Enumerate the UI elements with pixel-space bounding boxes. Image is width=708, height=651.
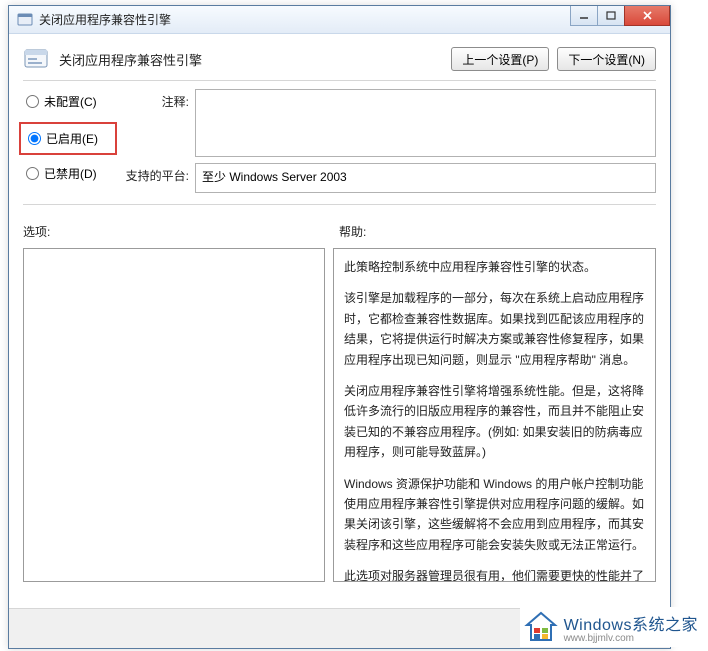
help-paragraph: Windows 资源保护功能和 Windows 的用户帐户控制功能使用应用程序兼… — [344, 474, 645, 556]
radio-enabled[interactable]: 已启用(E) — [25, 128, 111, 149]
window-controls — [571, 6, 670, 26]
panels-row: 此策略控制系统中应用程序兼容性引擎的状态。 该引擎是加载程序的一部分，每次在系统… — [9, 244, 670, 582]
help-paragraph: 关闭应用程序兼容性引擎将增强系统性能。但是，这将降低许多流行的旧版应用程序的兼容… — [344, 381, 645, 463]
watermark-brand: Windows系统之家 — [564, 611, 698, 635]
comment-row: 注释: — [123, 89, 656, 157]
section-labels: 选项: 帮助: — [9, 205, 670, 244]
previous-setting-button[interactable]: 上一个设置(P) — [451, 47, 549, 71]
highlight-box: 已启用(E) — [19, 122, 117, 155]
help-label: 帮助: — [339, 223, 366, 240]
radio-not-configured-input[interactable] — [26, 95, 39, 108]
options-label: 选项: — [23, 223, 325, 240]
header-row: 关闭应用程序兼容性引擎 上一个设置(P) 下一个设置(N) — [9, 34, 670, 80]
config-area: 未配置(C) 已启用(E) 已禁用(D) 注释: 支持的平台: 至少 Windo… — [9, 81, 670, 198]
watermark: Windows系统之家 www.bjjmlv.com — [520, 607, 702, 647]
fields-column: 注释: 支持的平台: 至少 Windows Server 2003 — [123, 89, 656, 194]
radio-label: 未配置(C) — [44, 93, 97, 110]
titlebar[interactable]: 关闭应用程序兼容性引擎 — [9, 6, 670, 34]
help-paragraph: 此选项对服务器管理员很有用，他们需要更快的性能并了解他们所用应用程序的兼容性。对… — [344, 566, 645, 582]
platform-label: 支持的平台: — [123, 163, 189, 184]
radio-group: 未配置(C) 已启用(E) 已禁用(D) — [23, 89, 115, 194]
radio-label: 已禁用(D) — [44, 165, 97, 182]
next-setting-button[interactable]: 下一个设置(N) — [557, 47, 656, 71]
radio-disabled[interactable]: 已禁用(D) — [23, 163, 115, 184]
nav-buttons: 上一个设置(P) 下一个设置(N) — [451, 47, 656, 71]
close-button[interactable] — [624, 6, 670, 26]
house-icon — [524, 610, 558, 644]
radio-not-configured[interactable]: 未配置(C) — [23, 91, 115, 112]
maximize-button[interactable] — [597, 6, 625, 26]
radio-enabled-input[interactable] — [28, 132, 41, 145]
dialog-window: 关闭应用程序兼容性引擎 关闭应用程序兼容性引擎 上一个设置(P) 下一个设置(N… — [8, 5, 671, 649]
radio-label: 已启用(E) — [46, 130, 98, 147]
app-icon — [17, 12, 33, 28]
help-panel[interactable]: 此策略控制系统中应用程序兼容性引擎的状态。 该引擎是加载程序的一部分，每次在系统… — [333, 248, 656, 582]
window-title: 关闭应用程序兼容性引擎 — [39, 11, 171, 28]
options-panel — [23, 248, 325, 582]
watermark-text: Windows系统之家 www.bjjmlv.com — [564, 611, 698, 644]
radio-disabled-input[interactable] — [26, 167, 39, 180]
policy-title: 关闭应用程序兼容性引擎 — [59, 50, 202, 69]
comment-input[interactable] — [195, 89, 656, 157]
help-paragraph: 此策略控制系统中应用程序兼容性引擎的状态。 — [344, 257, 645, 277]
help-paragraph: 该引擎是加载程序的一部分，每次在系统上启动应用程序时，它都检查兼容性数据库。如果… — [344, 288, 645, 370]
policy-icon — [23, 46, 49, 72]
comment-label: 注释: — [123, 89, 189, 110]
platform-row: 支持的平台: 至少 Windows Server 2003 — [123, 163, 656, 193]
platform-value: 至少 Windows Server 2003 — [195, 163, 656, 193]
minimize-button[interactable] — [570, 6, 598, 26]
